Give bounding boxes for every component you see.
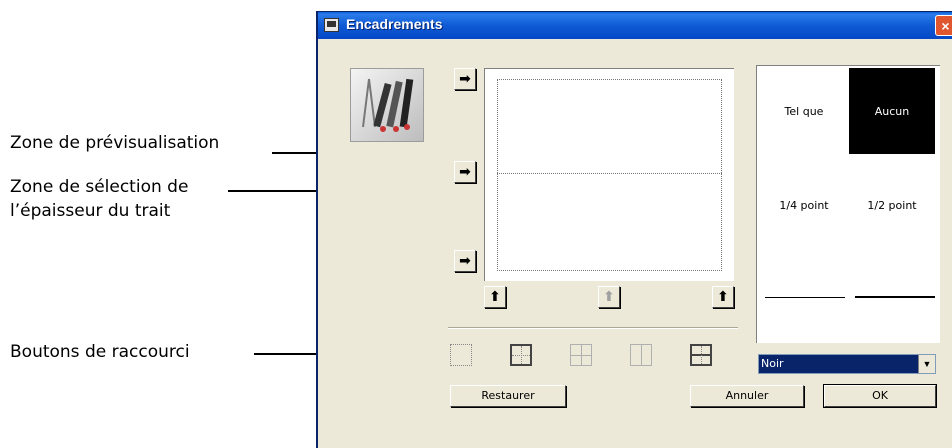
encadrements-dialog: Encadrements × ➡ ➡ ➡ ⬆ ⬆ ⬆ Tel que Aucun… [316, 11, 952, 448]
thickness-panel: Tel que Aucun 1/4 point 1/2 point [756, 65, 940, 343]
arrow-up-icon: ⬆ [717, 289, 729, 305]
separator [448, 327, 738, 329]
no-border-icon [450, 344, 472, 366]
thickness-sample-thick[interactable] [855, 296, 935, 298]
window-icon [324, 18, 339, 32]
outer-border-icon [510, 344, 532, 366]
title-bar[interactable]: Encadrements × [318, 12, 952, 39]
ok-button[interactable]: OK [823, 384, 937, 408]
horizontal-borders-icon [690, 344, 712, 366]
thickness-option-quarter-point[interactable]: 1/4 point [761, 162, 847, 248]
apply-center-border-button[interactable]: ⬆ [598, 286, 620, 308]
apply-middle-border-button[interactable]: ➡ [454, 161, 476, 183]
thickness-option-as-is[interactable]: Tel que [761, 68, 847, 154]
callout-shortcut-buttons: Boutons de raccourci [10, 342, 190, 362]
shortcut-no-border-button[interactable] [444, 338, 478, 372]
arrow-right-icon: ➡ [459, 253, 471, 269]
close-button[interactable]: × [935, 15, 952, 36]
callout-thickness-line2: l’épaisseur du trait [10, 201, 171, 221]
shortcut-horizontal-borders-button[interactable] [684, 338, 718, 372]
apply-top-border-button[interactable]: ➡ [454, 68, 476, 90]
thickness-option-half-point[interactable]: 1/2 point [849, 162, 935, 248]
arrow-up-icon: ⬆ [603, 289, 615, 305]
shortcut-all-borders-button[interactable] [564, 338, 598, 372]
color-select[interactable]: Noir ▼ [758, 354, 936, 374]
shortcut-outer-border-button[interactable] [504, 338, 538, 372]
apply-left-border-button[interactable]: ⬆ [484, 286, 506, 308]
preview-area[interactable] [484, 68, 734, 281]
preview-frame [497, 79, 722, 271]
thickness-sample-thin[interactable] [765, 297, 845, 298]
preview-middle-line [497, 173, 722, 174]
arrow-up-icon: ⬆ [489, 289, 501, 305]
pencils-icon [350, 68, 424, 142]
callout-preview-zone: Zone de prévisualisation [10, 133, 220, 153]
restore-button[interactable]: Restaurer [450, 385, 566, 407]
vertical-borders-icon [630, 344, 652, 366]
callout-thickness-line1: Zone de sélection de [10, 177, 189, 197]
apply-bottom-border-button[interactable]: ➡ [454, 250, 476, 272]
chevron-down-icon[interactable]: ▼ [918, 355, 935, 373]
thickness-option-none[interactable]: Aucun [849, 68, 935, 154]
arrow-right-icon: ➡ [459, 71, 471, 87]
all-borders-icon [570, 344, 592, 366]
arrow-right-icon: ➡ [459, 164, 471, 180]
cancel-button[interactable]: Annuler [690, 385, 804, 407]
color-select-value: Noir [761, 357, 784, 370]
apply-right-border-button[interactable]: ⬆ [712, 286, 734, 308]
close-icon: × [941, 18, 950, 34]
window-title: Encadrements [346, 16, 443, 32]
shortcut-vertical-borders-button[interactable] [624, 338, 658, 372]
